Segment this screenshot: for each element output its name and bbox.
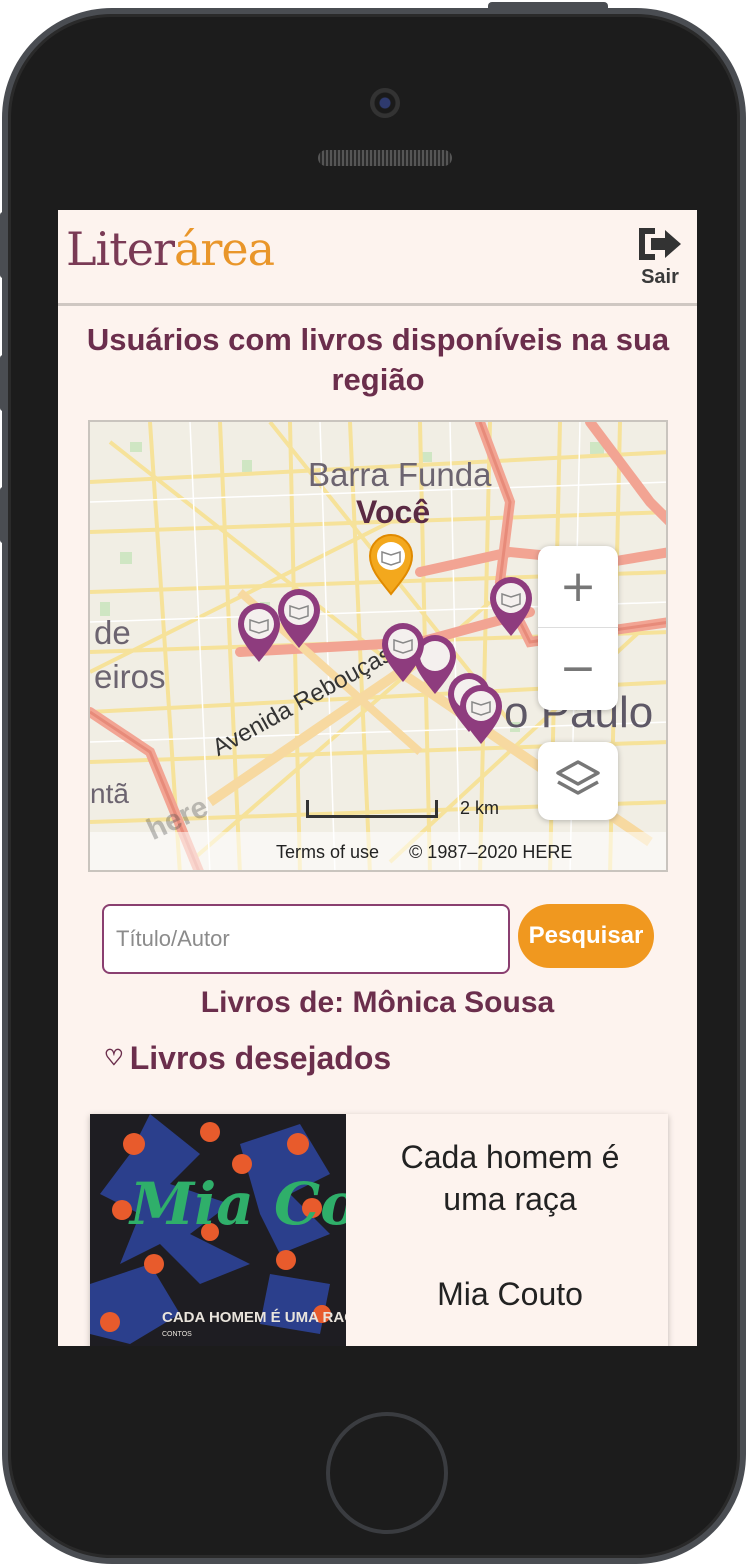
wishlist-heading: ♡ Livros desejados [104, 1040, 391, 1077]
book-marker[interactable] [276, 588, 322, 650]
heart-icon: ♡ [104, 1045, 124, 1070]
user-location-marker[interactable] [368, 534, 414, 596]
logout-button[interactable]: Sair [634, 224, 686, 289]
book-marker[interactable] [488, 576, 534, 638]
home-button[interactable] [326, 1412, 448, 1534]
power-button[interactable] [488, 2, 608, 14]
owner-books-title: Livros de: Mônica Sousa [200, 986, 555, 1019]
logo-part-2: área [173, 222, 275, 276]
book-marker[interactable] [380, 622, 426, 684]
book-marker[interactable] [458, 684, 504, 746]
front-camera [370, 88, 400, 118]
earpiece-speaker [318, 150, 452, 166]
map-view[interactable]: Barra Funda Você de eiros ntã o Paulo Av… [88, 420, 668, 872]
app-logo[interactable]: Literárea [66, 222, 275, 276]
map-scale-bar [306, 800, 438, 818]
cover-art: Mia Couto CADA HOMEM É UMA RAÇA CONTOS [90, 1114, 346, 1346]
zoom-control: + − [538, 546, 618, 710]
layers-button[interactable] [538, 742, 618, 820]
app-header: Literárea Sair [58, 210, 697, 306]
volume-down-button[interactable] [0, 487, 8, 543]
book-title: Cada homem é uma raça [400, 1139, 620, 1217]
svg-text:CADA HOMEM É UMA RAÇA: CADA HOMEM É UMA RAÇA [162, 1309, 346, 1326]
mute-switch[interactable] [0, 212, 8, 278]
search-button[interactable]: Pesquisar [518, 904, 654, 968]
logo-part-1: Liter [66, 222, 175, 276]
zoom-out-button[interactable]: − [538, 628, 618, 710]
volume-up-button[interactable] [0, 355, 8, 411]
book-card[interactable]: Mia Couto CADA HOMEM É UMA RAÇA CONTOS C… [90, 1114, 668, 1346]
logout-label: Sair [641, 266, 679, 288]
area-label-2: eiros [94, 658, 166, 695]
district-label: Barra Funda [308, 456, 492, 493]
area-label-1: de [94, 614, 131, 651]
svg-text:Mia Couto: Mia Couto [128, 1170, 346, 1238]
sign-out-icon [639, 228, 681, 260]
map-attribution: Terms of use © 1987–2020 HERE [276, 842, 572, 863]
search-input[interactable] [102, 904, 510, 974]
you-label: Você [356, 494, 431, 530]
book-cover-image: Mia Couto CADA HOMEM É UMA RAÇA CONTOS [90, 1114, 346, 1346]
terms-of-use-link[interactable]: Terms of use [276, 842, 379, 862]
layers-icon [556, 760, 600, 795]
wishlist-title: Livros desejados [129, 1040, 392, 1076]
svg-text:CONTOS: CONTOS [162, 1331, 192, 1338]
map-section-title: Usuários com livros disponíveis na sua r… [86, 322, 670, 397]
area-label-3: ntã [90, 778, 129, 809]
map-copyright: © 1987–2020 HERE [409, 842, 573, 862]
book-author: Mia Couto [437, 1276, 583, 1312]
zoom-in-button[interactable]: + [538, 546, 618, 628]
app-screen: Literárea Sair Usuários com livros dispo… [58, 210, 697, 1346]
map-scale-label: 2 km [460, 798, 500, 818]
